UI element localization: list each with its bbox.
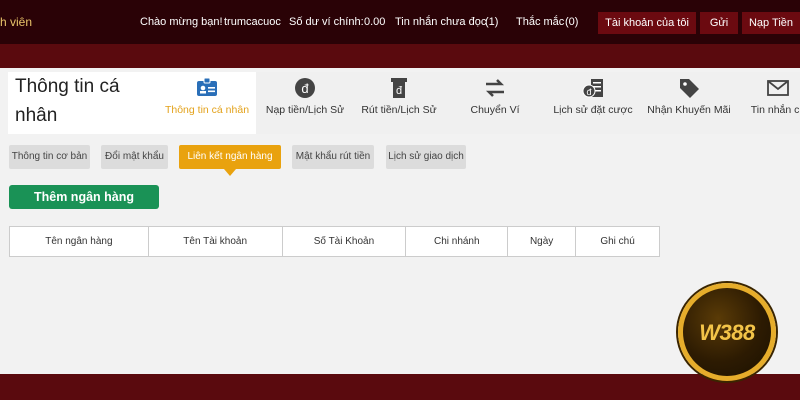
deposit-button[interactable]: Nạp Tiền xyxy=(742,12,800,34)
tag-icon xyxy=(680,79,699,98)
header-band xyxy=(0,44,800,68)
id-card-icon xyxy=(197,77,217,96)
subtab-label: Liên kết ngân hàng xyxy=(187,151,273,162)
top-bar: h viên Chào mừng bạn! trumcacuoc Số dư v… xyxy=(0,0,800,44)
column-header-account-number: Số Tài Khoản xyxy=(281,226,407,257)
send-button[interactable]: Gửi xyxy=(700,12,738,34)
active-indicator-arrow xyxy=(224,169,236,176)
unread-messages-link[interactable]: Tin nhắn chưa đọc xyxy=(395,16,486,28)
footer-band xyxy=(0,374,800,400)
tab-messages[interactable]: Tin nhắn củ xyxy=(738,72,800,134)
bank-table: Tên ngân hàng Tên Tài khoản Số Tài Khoản… xyxy=(9,226,660,257)
column-header-bank-name: Tên ngân hàng xyxy=(9,226,149,257)
tab-deposit-history[interactable]: đ Nạp tiền/Lịch Sử xyxy=(256,72,354,134)
table-header-row: Tên ngân hàng Tên Tài khoản Số Tài Khoản… xyxy=(9,226,660,257)
tab-label: Rút tiền/Lịch Sử xyxy=(361,104,437,116)
tab-personal-info[interactable]: Thông tin cá nhân xyxy=(158,72,256,134)
bet-history-icon: đ xyxy=(582,79,603,98)
column-header-note: Ghi chú xyxy=(575,226,660,257)
username: trumcacuoc xyxy=(224,16,281,28)
add-bank-button[interactable]: Thêm ngân hàng xyxy=(9,185,159,209)
coin-icon: đ xyxy=(295,78,315,98)
tab-transfer-wallet[interactable]: Chuyển Ví xyxy=(444,72,546,134)
tab-bet-history[interactable]: đ Lịch sử đặt cược xyxy=(546,72,640,134)
tab-promotions[interactable]: Nhận Khuyến Mãi xyxy=(640,72,738,134)
subtab-transaction-history[interactable]: Lịch sử giao dịch xyxy=(386,145,466,169)
svg-text:đ: đ xyxy=(301,81,309,96)
tab-withdraw-history[interactable]: đ Rút tiền/Lịch Sử xyxy=(354,72,444,134)
tab-label: Chuyển Ví xyxy=(470,104,520,116)
subtab-withdraw-password[interactable]: Mật khẩu rút tiền xyxy=(292,145,374,169)
withdraw-card-icon: đ xyxy=(391,78,407,98)
main-tabs: Thông tin cá nhân đ Nạp tiền/Lịch Sử đ R… xyxy=(158,72,800,134)
envelope-icon xyxy=(767,80,789,96)
svg-text:đ: đ xyxy=(396,85,403,97)
svg-text:đ: đ xyxy=(586,87,591,97)
w388-logo: W388 xyxy=(678,283,776,381)
column-header-date: Ngày xyxy=(507,226,577,257)
greeting-text: Chào mừng bạn! xyxy=(140,16,223,28)
tab-label: Nhận Khuyến Mãi xyxy=(647,104,731,116)
tab-label: Tin nhắn củ xyxy=(750,104,800,116)
faq-count: (0) xyxy=(565,16,579,28)
column-header-account-name: Tên Tài khoản xyxy=(147,226,283,257)
unread-count: (1) xyxy=(485,16,499,28)
logo-text: W388 xyxy=(699,320,755,345)
tab-label: Lịch sử đặt cược xyxy=(553,104,633,116)
faq-link[interactable]: Thắc mắc xyxy=(516,16,564,28)
page-title: Thông tin cá nhân xyxy=(8,72,158,134)
balance-value: 0.00 xyxy=(364,16,386,28)
member-label: h viên xyxy=(0,15,33,29)
balance-label: Số dư ví chính: xyxy=(289,16,364,28)
column-header-branch: Chi nhánh xyxy=(405,226,509,257)
tab-label: Nạp tiền/Lịch Sử xyxy=(265,104,345,116)
subtab-bank-link[interactable]: Liên kết ngân hàng xyxy=(179,145,281,176)
my-account-button[interactable]: Tài khoản của tôi xyxy=(598,12,696,34)
subtab-basic-info[interactable]: Thông tin cơ bản xyxy=(9,145,90,169)
tab-label: Thông tin cá nhân xyxy=(164,104,250,116)
subtab-change-password[interactable]: Đổi mật khẩu xyxy=(101,145,168,169)
transfer-arrows-icon xyxy=(485,79,505,97)
